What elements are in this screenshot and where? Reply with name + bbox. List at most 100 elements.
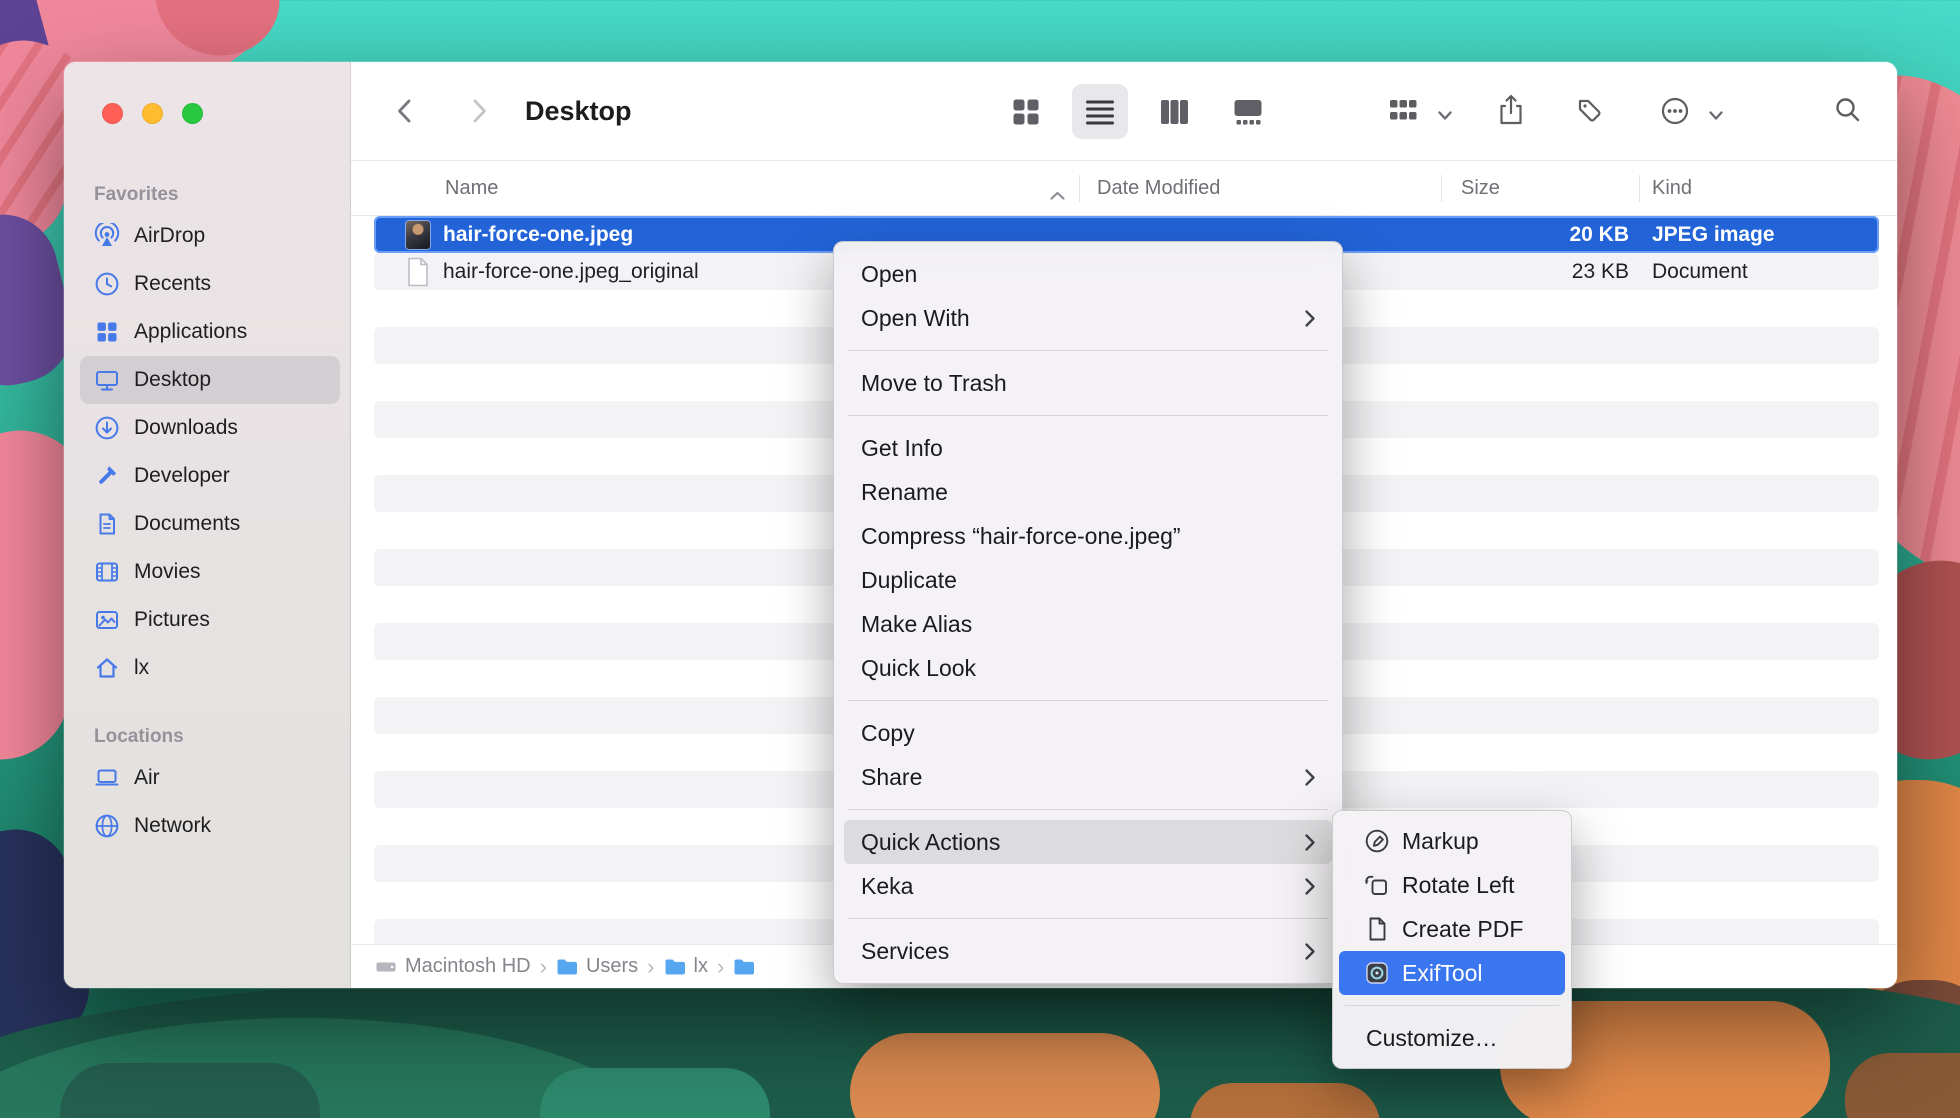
file-kind: Document [1652, 253, 1748, 290]
create-pdf-icon [1364, 916, 1390, 942]
laptop-icon [94, 765, 120, 791]
drive-icon [375, 956, 397, 978]
sidebar-item-applications[interactable]: Applications [80, 308, 340, 356]
menu-item-share[interactable]: Share [844, 755, 1332, 799]
submenu-item-create-pdf[interactable]: Create PDF [1339, 907, 1565, 951]
sidebar: Favorites AirDrop Recents Applications D… [64, 62, 351, 988]
column-view-button[interactable] [1146, 84, 1202, 139]
menu-item-move-to-trash[interactable]: Move to Trash [844, 361, 1332, 405]
sidebar-item-desktop[interactable]: Desktop [80, 356, 340, 404]
sidebar-section-favorites: Favorites [80, 178, 340, 212]
column-header-size[interactable]: Size [1461, 161, 1500, 216]
menu-item-open[interactable]: Open [844, 252, 1332, 296]
chevron-down-icon[interactable] [1708, 108, 1724, 126]
file-name: hair-force-one.jpeg_original [443, 260, 699, 284]
menu-item-get-info[interactable]: Get Info [844, 426, 1332, 470]
sidebar-item-label: Downloads [134, 416, 238, 440]
file-name: hair-force-one.jpeg [443, 223, 633, 247]
list-view-button[interactable] [1072, 84, 1128, 139]
column-divider[interactable] [1441, 175, 1442, 202]
submenu-item-exiftool[interactable]: ExifTool [1339, 951, 1565, 995]
grid-view-button[interactable] [998, 84, 1054, 139]
sidebar-item-pictures[interactable]: Pictures [80, 596, 340, 644]
sidebar-item-label: Desktop [134, 368, 211, 392]
sidebar-section-locations: Locations [80, 720, 340, 754]
column-header-kind[interactable]: Kind [1652, 161, 1692, 216]
menu-item-duplicate[interactable]: Duplicate [844, 558, 1332, 602]
forward-button[interactable] [466, 96, 492, 131]
sidebar-item-label: lx [134, 656, 149, 680]
group-button[interactable] [1388, 96, 1418, 131]
window-title: Desktop [525, 62, 632, 161]
submenu-arrow-icon [1304, 877, 1316, 896]
sidebar-item-air[interactable]: Air [80, 754, 340, 802]
column-view-icon [1159, 97, 1189, 127]
more-actions-button[interactable] [1660, 96, 1690, 131]
menu-item-keka[interactable]: Keka [844, 864, 1332, 908]
path-separator: › [540, 954, 547, 980]
menu-item-copy[interactable]: Copy [844, 711, 1332, 755]
sidebar-item-lx[interactable]: lx [80, 644, 340, 692]
column-header-date-modified[interactable]: Date Modified [1097, 161, 1220, 216]
menu-item-rename[interactable]: Rename [844, 470, 1332, 514]
menu-item-make-alias[interactable]: Make Alias [844, 602, 1332, 646]
applications-icon [94, 319, 120, 345]
sidebar-item-label: Air [134, 766, 160, 790]
menu-item-quick-actions[interactable]: Quick Actions [844, 820, 1332, 864]
document-icon [94, 511, 120, 537]
tags-button[interactable] [1575, 96, 1605, 131]
context-menu: Open Open With Move to Trash Get Info Re… [833, 241, 1343, 984]
submenu-item-rotate-left[interactable]: Rotate Left [1339, 863, 1565, 907]
chevron-down-icon[interactable] [1437, 108, 1453, 126]
path-label: Users [586, 955, 638, 978]
group-by-icon [1388, 96, 1418, 126]
view-switcher [998, 84, 1276, 139]
search-icon [1834, 96, 1862, 124]
path-item-lx[interactable]: lx [664, 955, 708, 978]
share-button[interactable] [1496, 93, 1526, 132]
sidebar-item-label: Pictures [134, 608, 210, 632]
sidebar-item-label: Recents [134, 272, 211, 296]
path-item-macintosh-hd[interactable]: Macintosh HD [375, 955, 531, 978]
column-divider[interactable] [1639, 175, 1640, 202]
markup-icon [1364, 828, 1390, 854]
sidebar-item-airdrop[interactable]: AirDrop [80, 212, 340, 260]
sidebar-item-documents[interactable]: Documents [80, 500, 340, 548]
submenu-item-markup[interactable]: Markup [1339, 819, 1565, 863]
submenu-item-customize[interactable]: Customize… [1339, 1016, 1565, 1060]
menu-item-quick-look[interactable]: Quick Look [844, 646, 1332, 690]
menu-separator [848, 415, 1328, 416]
path-item-users[interactable]: Users [556, 955, 638, 978]
sidebar-item-network[interactable]: Network [80, 802, 340, 850]
submenu-arrow-icon [1304, 833, 1316, 852]
gallery-view-icon [1233, 98, 1263, 126]
back-button[interactable] [392, 96, 418, 131]
menu-item-open-with[interactable]: Open With [844, 296, 1332, 340]
zoom-button[interactable] [182, 103, 203, 124]
search-button[interactable] [1834, 96, 1862, 129]
home-icon [94, 655, 120, 681]
menu-item-compress[interactable]: Compress “hair-force-one.jpeg” [844, 514, 1332, 558]
close-button[interactable] [102, 103, 123, 124]
sidebar-item-label: Movies [134, 560, 201, 584]
column-divider[interactable] [1079, 175, 1080, 202]
sort-ascending-icon[interactable] [1049, 184, 1066, 207]
column-header-name[interactable]: Name [445, 161, 498, 216]
sidebar-item-downloads[interactable]: Downloads [80, 404, 340, 452]
sidebar-item-label: Documents [134, 512, 240, 536]
column-headers: Name Date Modified Size Kind [351, 161, 1897, 216]
sidebar-item-developer[interactable]: Developer [80, 452, 340, 500]
folder-icon [733, 958, 755, 976]
gallery-view-button[interactable] [1220, 84, 1276, 139]
path-item-partially-hidden[interactable] [733, 958, 755, 976]
sidebar-item-movies[interactable]: Movies [80, 548, 340, 596]
minimize-button[interactable] [142, 103, 163, 124]
exiftool-icon [1364, 960, 1390, 986]
submenu-arrow-icon [1304, 768, 1316, 787]
sidebar-item-recents[interactable]: Recents [80, 260, 340, 308]
file-name-cell: hair-force-one.jpeg_original [406, 253, 699, 290]
rotate-left-icon [1364, 872, 1390, 898]
path-separator: › [647, 954, 654, 980]
film-icon [94, 559, 120, 585]
menu-item-services[interactable]: Services [844, 929, 1332, 973]
